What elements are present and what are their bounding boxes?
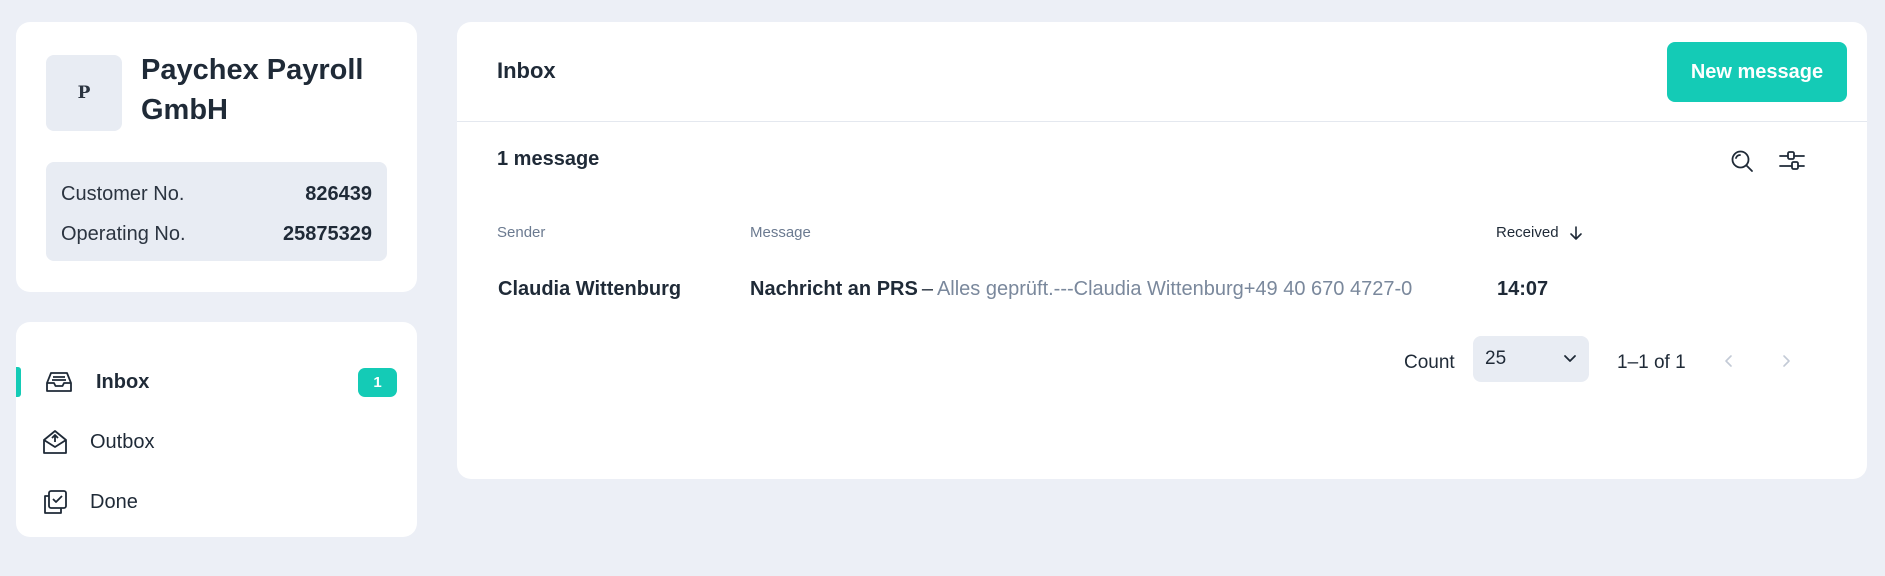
- new-message-button[interactable]: New message: [1667, 42, 1847, 102]
- filter-icon[interactable]: [1777, 146, 1807, 176]
- company-name: Paychex Payroll GmbH: [141, 54, 364, 126]
- count-select-value: 25: [1485, 348, 1507, 369]
- search-icon[interactable]: [1727, 146, 1757, 176]
- sidebar-item-inbox-label: Inbox: [96, 370, 150, 393]
- chevron-left-icon: [1725, 355, 1732, 367]
- count-select[interactable]: 25: [1473, 336, 1589, 382]
- inbox-count-badge: 1: [358, 368, 397, 397]
- chevron-down-icon: [1564, 355, 1576, 362]
- count-label: Count: [1404, 352, 1455, 373]
- inbox-header: Inbox New message: [457, 22, 1867, 122]
- operating-number-row: Operating No. 25875329: [61, 214, 372, 254]
- company-ids: Customer No. 826439 Operating No. 258753…: [46, 162, 387, 261]
- row-subject: Nachricht an PRS: [750, 278, 918, 300]
- column-header-message[interactable]: Message: [750, 224, 811, 241]
- sidebar-item-outbox[interactable]: Outbox: [16, 412, 417, 472]
- row-received: 14:07: [1497, 278, 1549, 300]
- customer-number-value: 826439: [305, 182, 372, 205]
- active-indicator: [16, 367, 21, 397]
- customer-number-label: Customer No.: [61, 182, 185, 205]
- next-page-button[interactable]: [1771, 346, 1801, 376]
- row-preview: Alles geprüft.---Claudia Wittenburg+49 4…: [936, 278, 1413, 300]
- operating-number-value: 25875329: [283, 222, 372, 245]
- sidebar-item-inbox[interactable]: Inbox 1: [16, 352, 417, 412]
- row-sender: Claudia Wittenburg: [498, 278, 682, 300]
- done-icon: [40, 487, 70, 517]
- outbox-icon: [40, 427, 70, 457]
- column-header-received-label: Received: [1496, 224, 1559, 241]
- sort-descending-icon: [1569, 225, 1582, 240]
- inbox-icon: [44, 367, 74, 397]
- company-card: P Paychex Payroll GmbH Customer No. 8264…: [16, 22, 417, 292]
- previous-page-button[interactable]: [1714, 346, 1744, 376]
- column-header-received[interactable]: Received: [1496, 224, 1583, 241]
- operating-number-label: Operating No.: [61, 222, 186, 245]
- pagination-range: 1–1 of 1: [1617, 352, 1686, 373]
- pagination: Count 25 1–1 of 1: [457, 324, 1867, 404]
- row-message: Nachricht an PRS – Alles geprüft.---Claudi…: [750, 278, 1412, 301]
- company-avatar: P: [46, 55, 122, 131]
- sidebar-item-outbox-label: Outbox: [90, 430, 155, 453]
- table-row[interactable]: Claudia Wittenburg Nachricht an PRS – Alle…: [457, 254, 1867, 324]
- message-count: 1 message: [497, 148, 600, 170]
- sidebar-item-done[interactable]: Done: [16, 472, 417, 532]
- sidebar-item-done-label: Done: [90, 490, 138, 513]
- inbox-toolbar: 1 message: [457, 122, 1867, 192]
- table-header: Sender Message Received: [457, 204, 1867, 254]
- customer-number-row: Customer No. 826439: [61, 174, 372, 214]
- page-title: Inbox: [497, 58, 556, 83]
- row-separator: –: [921, 278, 933, 300]
- inbox-panel: Inbox New message 1 message Sender Messa…: [457, 22, 1867, 479]
- column-header-sender[interactable]: Sender: [497, 224, 545, 241]
- chevron-right-icon: [1783, 355, 1790, 367]
- sidebar-nav: Inbox 1 Outbox Done: [16, 322, 417, 537]
